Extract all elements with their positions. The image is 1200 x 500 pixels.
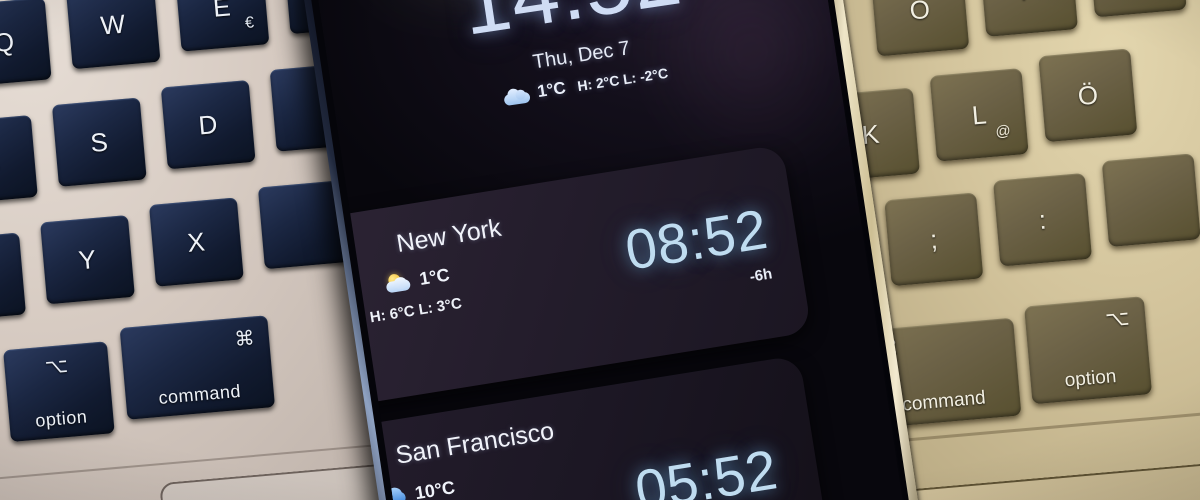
key-w[interactable]: W xyxy=(65,0,161,70)
key-odieresis-label: Ö xyxy=(1076,79,1100,111)
city-offset: -6h xyxy=(748,265,774,286)
lock-temperature: 1°C xyxy=(535,78,568,102)
key-o-label: O xyxy=(908,0,932,25)
command-glyph-icon: ⌘ xyxy=(233,327,256,352)
city-temperature: 10°C xyxy=(413,477,457,500)
key-p-label: P xyxy=(1018,0,1038,6)
key-option-left[interactable]: ⌥ option xyxy=(3,341,115,443)
key-q-label: Q xyxy=(0,25,16,58)
key-blank-row3[interactable] xyxy=(0,232,27,322)
key-option-left-label: option xyxy=(34,406,89,431)
key-o[interactable]: O xyxy=(870,0,970,57)
key-q[interactable]: Q xyxy=(0,0,52,87)
key-option-right[interactable]: ⌥ option xyxy=(1024,296,1153,405)
city-name: San Francisco xyxy=(393,416,556,470)
city-weather: 1°C xyxy=(383,264,451,295)
key-l-at-glyph: @ xyxy=(994,122,1012,141)
phone-device: 14:52 Thu, Dec 7 1°C H: 2°C L: -2°C New … xyxy=(297,0,928,500)
key-y-label: Y xyxy=(77,243,98,275)
option-glyph-icon: ⌥ xyxy=(1104,306,1131,332)
city-weather: 10°C xyxy=(379,477,457,500)
key-d-label: D xyxy=(197,108,220,140)
key-d[interactable]: D xyxy=(160,79,256,170)
key-command-left-label: command xyxy=(157,380,242,408)
key-a[interactable]: A xyxy=(0,115,38,205)
key-s[interactable]: S xyxy=(51,97,147,187)
key-a-label: A xyxy=(0,144,1,176)
key-udieresis[interactable] xyxy=(1087,0,1187,18)
key-command-right-label: command xyxy=(901,387,987,416)
photo-scene: Q W E € R A S D Y X ⌥ opti xyxy=(0,0,1200,500)
key-colon[interactable]: : xyxy=(992,172,1093,267)
key-l[interactable]: L @ xyxy=(929,68,1029,162)
key-l-label: L xyxy=(970,98,988,130)
city-name: New York xyxy=(394,213,504,259)
city-temperature: 1°C xyxy=(417,264,451,289)
key-s-label: S xyxy=(89,125,110,158)
key-option-right-label: option xyxy=(1063,365,1118,392)
sun-behind-cloud-icon xyxy=(384,272,413,295)
key-semicolon-label: ; xyxy=(928,223,939,255)
key-x[interactable]: X xyxy=(148,197,244,287)
key-w-label: W xyxy=(99,8,127,41)
city-high-low: H: 6°C L: 3°C xyxy=(368,294,464,327)
key-e[interactable]: E € xyxy=(174,0,270,52)
key-x-label: X xyxy=(186,225,207,258)
key-command-left[interactable]: ⌘ command xyxy=(119,315,276,420)
city-time: 05:52 xyxy=(630,437,782,500)
key-semicolon[interactable]: ; xyxy=(884,192,984,287)
key-e-label: E xyxy=(211,0,233,23)
key-odieresis[interactable]: Ö xyxy=(1038,48,1138,143)
key-p[interactable]: P xyxy=(978,0,1079,37)
cloud-icon xyxy=(503,85,531,106)
option-glyph-icon: ⌥ xyxy=(44,354,70,379)
phone-screen: 14:52 Thu, Dec 7 1°C H: 2°C L: -2°C New … xyxy=(312,0,912,500)
key-y[interactable]: Y xyxy=(40,214,135,305)
key-e-euro-glyph: € xyxy=(244,14,256,33)
key-colon-label: : xyxy=(1037,203,1048,235)
key-period[interactable] xyxy=(1101,153,1200,248)
